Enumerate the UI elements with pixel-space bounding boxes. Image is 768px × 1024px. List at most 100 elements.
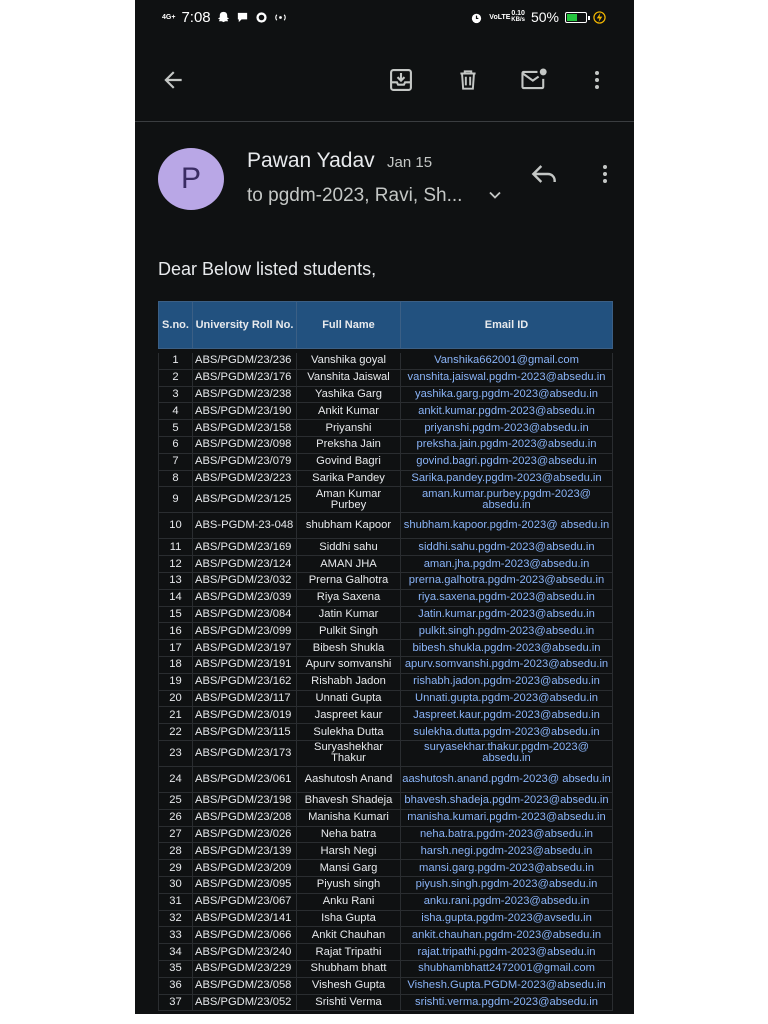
cell-sno: 19 — [158, 673, 193, 691]
cell-email[interactable]: Unnati.gupta.pgdm-2023@absedu.in — [400, 690, 613, 708]
cell-name: Bhavesh Shadeja — [296, 792, 401, 810]
cell-email[interactable]: riya.saxena.pgdm-2023@absedu.in — [400, 589, 613, 607]
delete-button[interactable] — [448, 60, 488, 100]
cell-sno: 9 — [158, 486, 193, 514]
cell-email[interactable]: pulkit.singh.pgdm-2023@absedu.in — [400, 622, 613, 641]
student-table: S.no. University Roll No. Full Name Emai… — [158, 301, 613, 1012]
cell-email[interactable]: Vishesh.Gupta.PGDM-2023@absedu.in — [400, 977, 613, 995]
cell-roll: ABS/PGDM/23/190 — [192, 402, 297, 421]
sender-avatar[interactable]: P — [158, 148, 224, 210]
table-row: 14 ABS/PGDM/23/039 Riya Saxena riya.saxena.… — [158, 589, 613, 607]
cell-email[interactable]: rishabh.jadon.pgdm-2023@absedu.in — [400, 673, 613, 691]
cell-email[interactable]: piyush.singh.pgdm-2023@absedu.in — [400, 876, 613, 894]
cell-email[interactable]: Vanshika662001@gmail.com — [400, 353, 613, 370]
cell-email[interactable]: govind.bagri.pgdm-2023@absedu.in — [400, 453, 613, 471]
recipients-summary[interactable]: to pgdm-2023, Ravi, Sh... — [247, 185, 462, 207]
cell-roll: ABS/PGDM/23/066 — [192, 926, 297, 945]
cell-email[interactable]: suryasekhar.thakur.pgdm-2023@ absedu.in — [400, 740, 613, 767]
cell-email[interactable]: sulekha.dutta.pgdm-2023@absedu.in — [400, 723, 613, 741]
cell-roll: ABS/PGDM/23/223 — [192, 470, 297, 488]
cell-email[interactable]: aman.jha.pgdm-2023@absedu.in — [400, 555, 613, 573]
mark-unread-button[interactable] — [514, 60, 554, 100]
cell-roll: ABS/PGDM/23/095 — [192, 876, 297, 894]
cell-roll: ABS/PGDM/23/162 — [192, 673, 297, 691]
table-row: 26 ABS/PGDM/23/208 Manisha Kumari manisha.k… — [158, 809, 613, 827]
cell-email[interactable]: aashutosh.anand.pgdm-2023@ absedu.in — [400, 766, 613, 793]
network-speed-unit: KB/s — [511, 17, 525, 23]
cell-email[interactable]: anku.rani.pgdm-2023@absedu.in — [400, 893, 613, 911]
cell-sno: 35 — [158, 960, 193, 978]
table-row: 13 ABS/PGDM/23/032 Prerna Galhotra prerna.g… — [158, 572, 613, 590]
cell-roll: ABS/PGDM/23/039 — [192, 589, 297, 607]
cell-sno: 17 — [158, 639, 193, 657]
cell-sno: 15 — [158, 606, 193, 624]
cell-sno: 12 — [158, 555, 193, 573]
cell-email[interactable]: vanshita.jaiswal.pgdm-2023@absedu.in — [400, 369, 613, 387]
cell-name: Mansi Garg — [296, 859, 401, 877]
reply-button[interactable] — [528, 158, 560, 195]
back-button[interactable] — [153, 60, 193, 100]
toolbar-more-button[interactable] — [577, 60, 617, 100]
cell-sno: 22 — [158, 723, 193, 741]
table-row: 31 ABS/PGDM/23/067 Anku Rani anku.rani.pgdm… — [158, 893, 613, 911]
cell-email[interactable]: neha.batra.pgdm-2023@absedu.in — [400, 826, 613, 844]
cell-roll: ABS/PGDM/23/061 — [192, 766, 297, 793]
cell-email[interactable]: shubham.kapoor.pgdm-2023@ absedu.in — [400, 512, 613, 540]
cell-roll: ABS/PGDM/23/229 — [192, 960, 297, 978]
cell-roll: ABS/PGDM/23/191 — [192, 656, 297, 674]
cell-email[interactable]: yashika.garg.pgdm-2023@absedu.in — [400, 386, 613, 404]
cell-name: Yashika Garg — [296, 386, 401, 404]
cell-email[interactable]: ankit.chauhan.pgdm-2023@absedu.in — [400, 926, 613, 945]
cell-email[interactable]: srishti.verma.pgdm-2023@absedu.in — [400, 994, 613, 1012]
cell-sno: 21 — [158, 706, 193, 725]
cell-roll: ABS/PGDM/23/052 — [192, 994, 297, 1012]
table-row: 3 ABS/PGDM/23/238 Yashika Garg yashika.garg… — [158, 386, 613, 404]
cell-email[interactable]: rajat.tripathi.pgdm-2023@absedu.in — [400, 943, 613, 961]
cell-email[interactable]: bhavesh.shadeja.pgdm-2023@absedu.in — [400, 792, 613, 810]
cell-name: Vishesh Gupta — [296, 977, 401, 995]
cell-email[interactable]: ankit.kumar.pgdm-2023@absedu.in — [400, 402, 613, 421]
cell-name: Aashutosh Anand — [296, 766, 401, 793]
table-row: 25 ABS/PGDM/23/198 Bhavesh Shadeja bhavesh.… — [158, 792, 613, 810]
cell-email[interactable]: preksha.jain.pgdm-2023@absedu.in — [400, 436, 613, 454]
cell-email[interactable]: mansi.garg.pgdm-2023@absedu.in — [400, 859, 613, 877]
sender-name: Pawan Yadav — [247, 149, 375, 172]
cell-roll: ABS/PGDM/23/084 — [192, 606, 297, 624]
cell-name: Unnati Gupta — [296, 690, 401, 708]
cell-roll: ABS/PGDM/23/079 — [192, 453, 297, 471]
cell-email[interactable]: Jatin.kumar.pgdm-2023@absedu.in — [400, 606, 613, 624]
cell-name: Vanshita Jaiswal — [296, 369, 401, 387]
cell-email[interactable]: prerna.galhotra.pgdm-2023@absedu.in — [400, 572, 613, 590]
cell-email[interactable]: bibesh.shukla.pgdm-2023@absedu.in — [400, 639, 613, 657]
table-row: 27 ABS/PGDM/23/026 Neha batra neha.batra.pg… — [158, 826, 613, 844]
cell-sno: 37 — [158, 994, 193, 1012]
cell-name: Prerna Galhotra — [296, 572, 401, 590]
expand-recipients-button[interactable] — [485, 185, 505, 210]
cell-email[interactable]: Sarika.pandey.pgdm-2023@absedu.in — [400, 470, 613, 488]
cell-email[interactable]: shubhambhatt2472001@gmail.com — [400, 960, 613, 978]
cell-email[interactable]: isha.gupta.pgdm-2023@avsedu.in — [400, 910, 613, 928]
cell-email[interactable]: Jaspreet.kaur.pgdm-2023@absedu.in — [400, 706, 613, 725]
table-row: 24 ABS/PGDM/23/061 Aashutosh Anand aashutos… — [158, 766, 613, 793]
cell-email[interactable]: siddhi.sahu.pgdm-2023@absedu.in — [400, 538, 613, 557]
message-more-button[interactable] — [593, 160, 617, 193]
archive-button[interactable] — [381, 60, 421, 100]
table-row: 7 ABS/PGDM/23/079 Govind Bagri govind.bagri… — [158, 453, 613, 471]
battery-icon — [565, 11, 590, 23]
cell-name: Pulkit Singh — [296, 622, 401, 641]
clock: 7:08 — [181, 9, 211, 26]
cell-sno: 14 — [158, 589, 193, 607]
header-roll: University Roll No. — [192, 301, 297, 349]
cell-sno: 25 — [158, 792, 193, 810]
cell-sno: 3 — [158, 386, 193, 404]
cell-roll: ABS/PGDM/23/026 — [192, 826, 297, 844]
cell-email[interactable]: aman.kumar.purbey.pgdm-2023@ absedu.in — [400, 486, 613, 514]
cell-roll: ABS/PGDM/23/238 — [192, 386, 297, 404]
cell-email[interactable]: priyanshi.pgdm-2023@absedu.in — [400, 419, 613, 437]
cell-name: Ankit Chauhan — [296, 926, 401, 945]
cell-email[interactable]: apurv.somvanshi.pgdm-2023@absedu.in — [400, 656, 613, 674]
cell-email[interactable]: manisha.kumari.pgdm-2023@absedu.in — [400, 809, 613, 827]
cell-email[interactable]: harsh.negi.pgdm-2023@absedu.in — [400, 842, 613, 861]
hotspot-icon — [274, 14, 286, 21]
cell-roll: ABS/PGDM/23/125 — [192, 486, 297, 514]
